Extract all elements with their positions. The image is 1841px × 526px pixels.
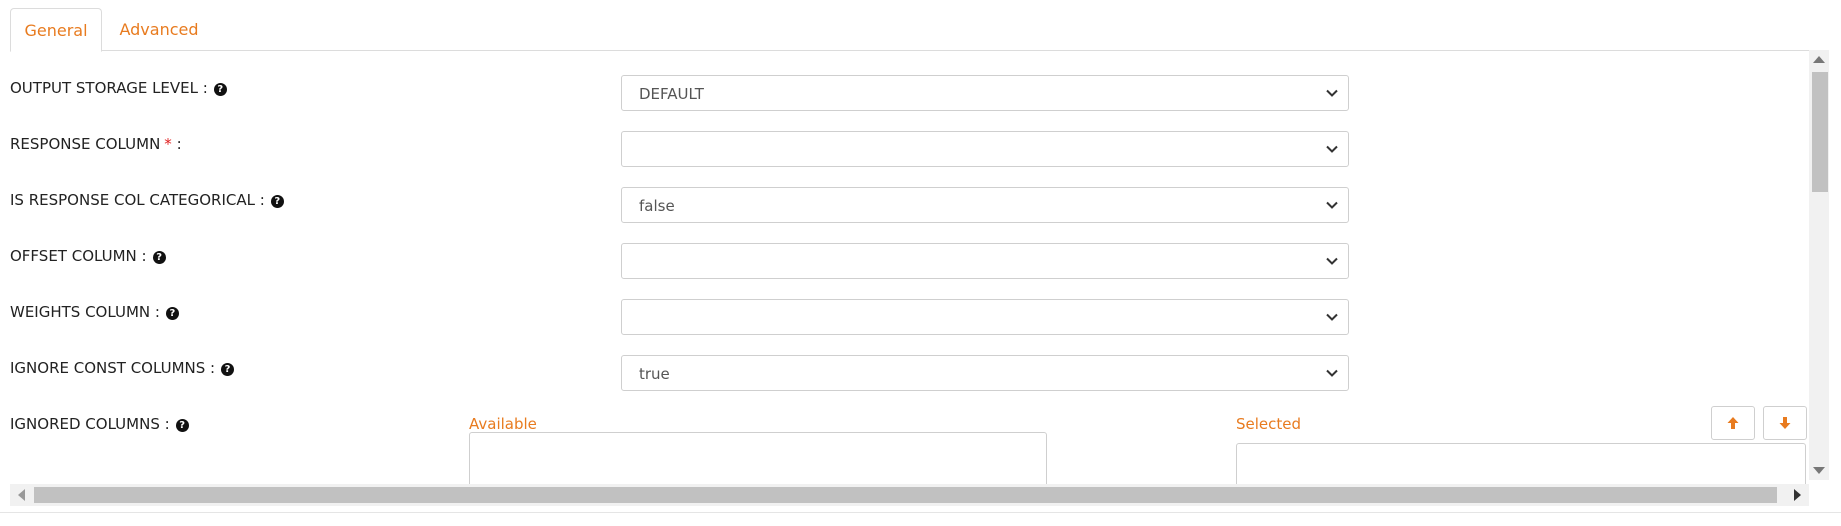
available-columns-list[interactable] — [469, 432, 1047, 488]
move-up-button[interactable] — [1711, 406, 1755, 440]
help-icon[interactable]: ? — [165, 307, 179, 320]
arrow-up-icon — [1727, 417, 1739, 429]
ignore-const-columns-label: IGNORE CONST COLUMNS :? — [10, 359, 235, 377]
divider — [0, 512, 1841, 513]
weights-column-label: WEIGHTS COLUMN :? — [10, 303, 179, 321]
horizontal-scroll-thumb[interactable] — [34, 487, 1777, 503]
horizontal-scrollbar[interactable] — [10, 484, 1809, 506]
chevron-down-icon — [1326, 201, 1338, 209]
chevron-down-icon — [1326, 369, 1338, 377]
ignore-const-columns-value: true — [639, 365, 670, 383]
chevron-down-icon — [1326, 257, 1338, 265]
scroll-left-arrow-icon[interactable] — [18, 489, 25, 501]
selected-header: Selected — [1236, 415, 1302, 433]
help-icon[interactable]: ? — [270, 195, 284, 208]
is-response-col-categorical-select[interactable]: false — [621, 187, 1349, 223]
vertical-scrollbar[interactable] — [1809, 50, 1829, 480]
output-storage-level-select[interactable]: DEFAULT — [621, 75, 1349, 111]
move-down-button[interactable] — [1763, 406, 1807, 440]
chevron-down-icon — [1326, 145, 1338, 153]
chevron-down-icon — [1326, 313, 1338, 321]
response-column-label: RESPONSE COLUMN * : — [10, 135, 182, 153]
offset-column-select[interactable] — [621, 243, 1349, 279]
tab-bar: General Advanced — [10, 8, 1821, 52]
help-icon[interactable]: ? — [213, 83, 227, 96]
ignore-const-columns-select[interactable]: true — [621, 355, 1349, 391]
output-storage-level-value: DEFAULT — [639, 85, 704, 103]
help-icon[interactable]: ? — [175, 419, 189, 432]
output-storage-level-label: OUTPUT STORAGE LEVEL :? — [10, 79, 227, 97]
arrow-down-icon — [1779, 417, 1791, 429]
vertical-scroll-thumb[interactable] — [1812, 72, 1828, 192]
is-response-col-categorical-value: false — [639, 197, 675, 215]
ignored-columns-label: IGNORED COLUMNS :? — [10, 415, 189, 433]
required-marker: * — [164, 135, 172, 153]
available-header: Available — [469, 415, 537, 433]
help-icon[interactable]: ? — [221, 363, 235, 376]
scroll-down-arrow-icon[interactable] — [1813, 467, 1825, 474]
scroll-right-arrow-icon[interactable] — [1794, 489, 1801, 501]
selected-columns-list[interactable] — [1236, 443, 1806, 488]
response-column-select[interactable] — [621, 131, 1349, 167]
tab-general[interactable]: General — [10, 8, 102, 52]
is-response-col-categorical-label: IS RESPONSE COL CATEGORICAL :? — [10, 191, 284, 209]
offset-column-label: OFFSET COLUMN :? — [10, 247, 166, 265]
help-icon[interactable]: ? — [152, 251, 166, 264]
tab-advanced[interactable]: Advanced — [116, 8, 202, 50]
chevron-down-icon — [1326, 89, 1338, 97]
scroll-up-arrow-icon[interactable] — [1813, 56, 1825, 63]
weights-column-select[interactable] — [621, 299, 1349, 335]
